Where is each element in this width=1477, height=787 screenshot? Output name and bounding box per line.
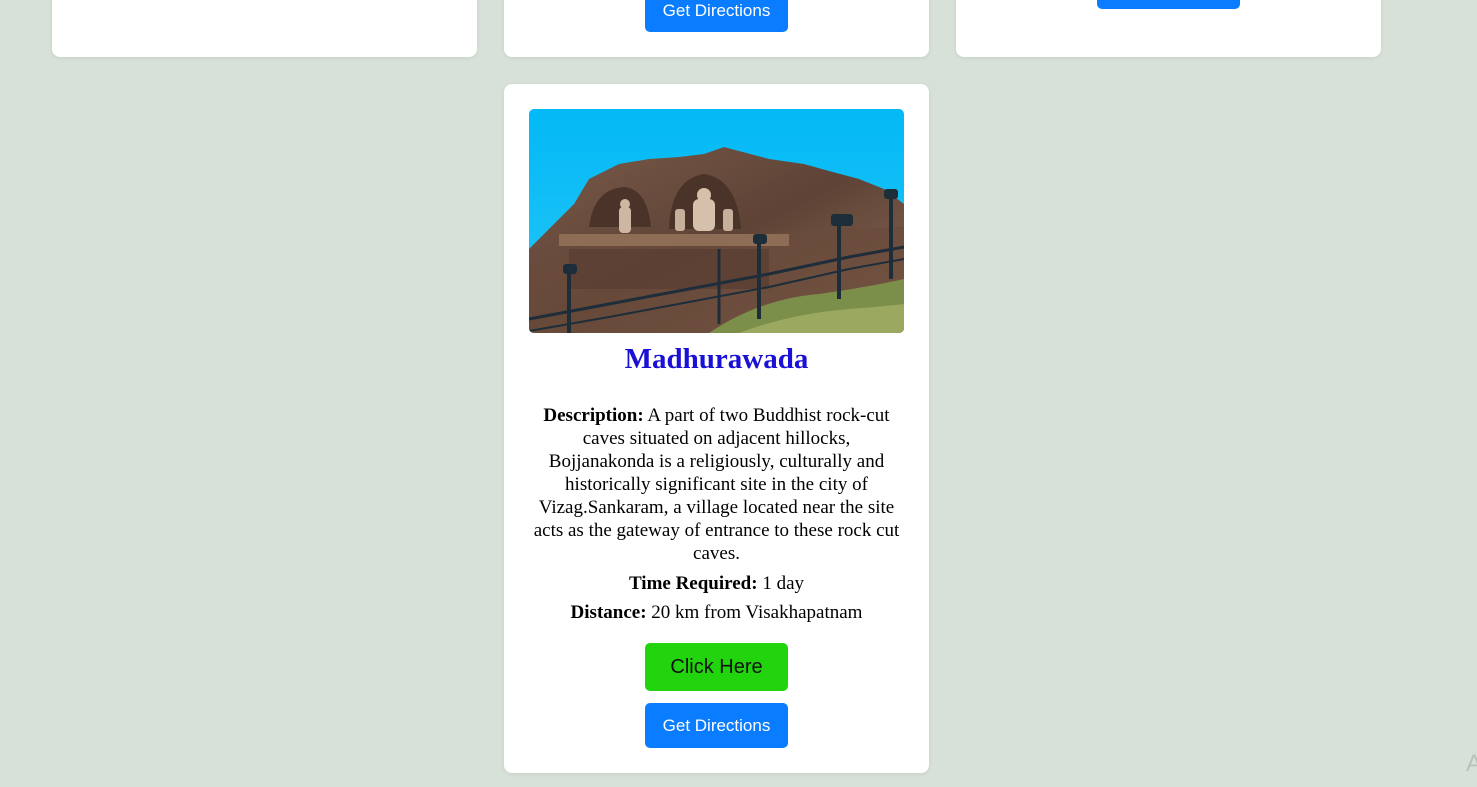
place-card-right xyxy=(956,0,1381,57)
place-card-madhurawada: Madhurawada Description: A part of two B… xyxy=(504,84,929,773)
get-directions-button[interactable]: Get Directions xyxy=(645,0,788,32)
place-card-left xyxy=(52,0,477,57)
distance-label: Distance: xyxy=(570,602,647,623)
place-title: Madhurawada xyxy=(624,343,809,375)
description-text: A part of two Buddhist rock-cut caves si… xyxy=(533,405,900,564)
distance: Distance: 20 km from Visakhapatnam xyxy=(504,601,929,624)
click-here-button[interactable]: Click Here xyxy=(645,643,788,691)
cave-photo xyxy=(529,109,904,333)
description-label: Description: xyxy=(543,405,644,426)
distance-value: 20 km from Visakhapatnam xyxy=(646,602,863,623)
place-card-middle: Get Directions xyxy=(504,0,929,57)
time-required: Time Required: 1 day xyxy=(504,572,929,595)
get-directions-button[interactable]: Get Directions xyxy=(645,703,788,748)
get-directions-button[interactable] xyxy=(1097,0,1240,9)
corner-text: A xyxy=(1466,750,1477,777)
time-required-label: Time Required: xyxy=(628,573,758,594)
time-required-value: 1 day xyxy=(757,573,805,594)
place-description: Description: A part of two Buddhist rock… xyxy=(529,404,904,565)
